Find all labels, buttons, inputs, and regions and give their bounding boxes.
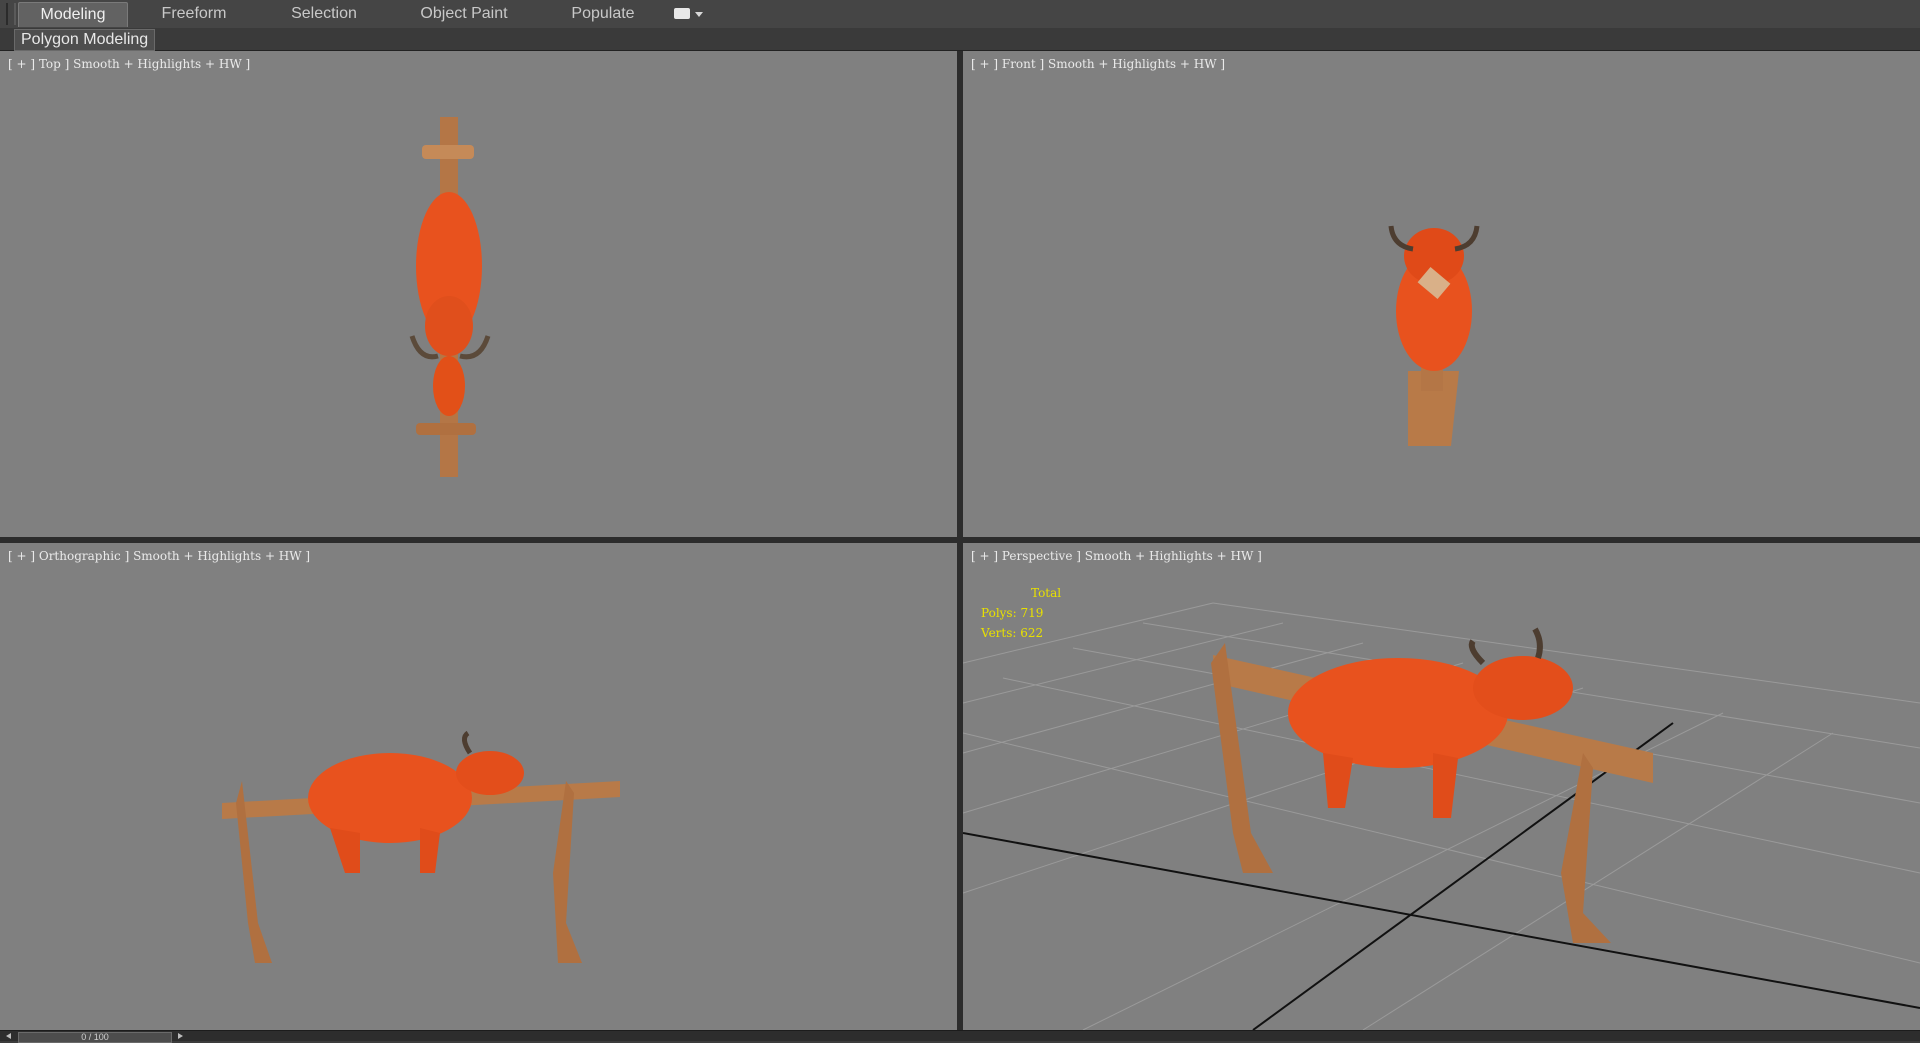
orthographic-view-scene [222,730,620,963]
perspective-view-scene [963,602,1920,1030]
ribbon-panel-bar: Polygon Modeling [0,28,1920,51]
bull-leg-front [330,828,360,873]
bull-leg-back [420,828,440,873]
timeline-next-icon[interactable] [178,1033,183,1039]
time-slider[interactable]: 0 / 100 [18,1032,172,1043]
front-view-scene [1388,225,1480,446]
post-top [422,145,474,159]
post-bottom [416,423,476,435]
post-right [1561,753,1611,943]
bull-horn-left [1468,639,1486,666]
tab-selection[interactable]: Selection [270,2,378,26]
bull-leg-back [1433,753,1458,818]
top-view-scene [409,117,491,477]
viewport-divider-horizontal[interactable] [0,537,1920,543]
viewport-orthographic[interactable]: [ + ] Orthographic ] Smooth + Highlights… [0,543,957,1030]
bull-head [1473,656,1573,720]
bull-head [433,356,465,416]
viewport-top[interactable]: [ + ] Top ] Smooth + Highlights + HW ] [0,51,957,537]
ribbon-grip-handle[interactable] [6,3,16,25]
bull-leg-front [1323,753,1353,808]
timeline-prev-icon[interactable] [6,1033,11,1039]
viewport-perspective[interactable]: [ + ] Perspective ] Smooth + Highlights … [963,543,1920,1030]
chevron-down-icon [695,12,703,17]
viewport-front[interactable]: [ + ] Front ] Smooth + Highlights + HW ] [963,51,1920,537]
tab-modeling[interactable]: Modeling [18,2,128,27]
bull-body [1288,658,1508,768]
polygon-modeling-panel-button[interactable]: Polygon Modeling [14,29,156,51]
bull-shoulders [425,296,473,356]
tab-freeform[interactable]: Freeform [140,2,248,26]
ribbon-tab-bar: Modeling Freeform Selection Object Paint… [0,0,1920,29]
bull-horn-right [1532,627,1543,659]
tab-populate[interactable]: Populate [548,2,658,26]
timeline-bar: 0 / 100 [0,1030,1920,1043]
grid-axis-x [963,832,1920,1009]
tab-object-paint[interactable]: Object Paint [403,2,525,26]
post-right [553,781,582,963]
bull-horn [462,730,473,755]
ribbon-options-icon [674,8,690,19]
bull-head [456,751,524,795]
ribbon-options-button[interactable] [674,6,704,22]
